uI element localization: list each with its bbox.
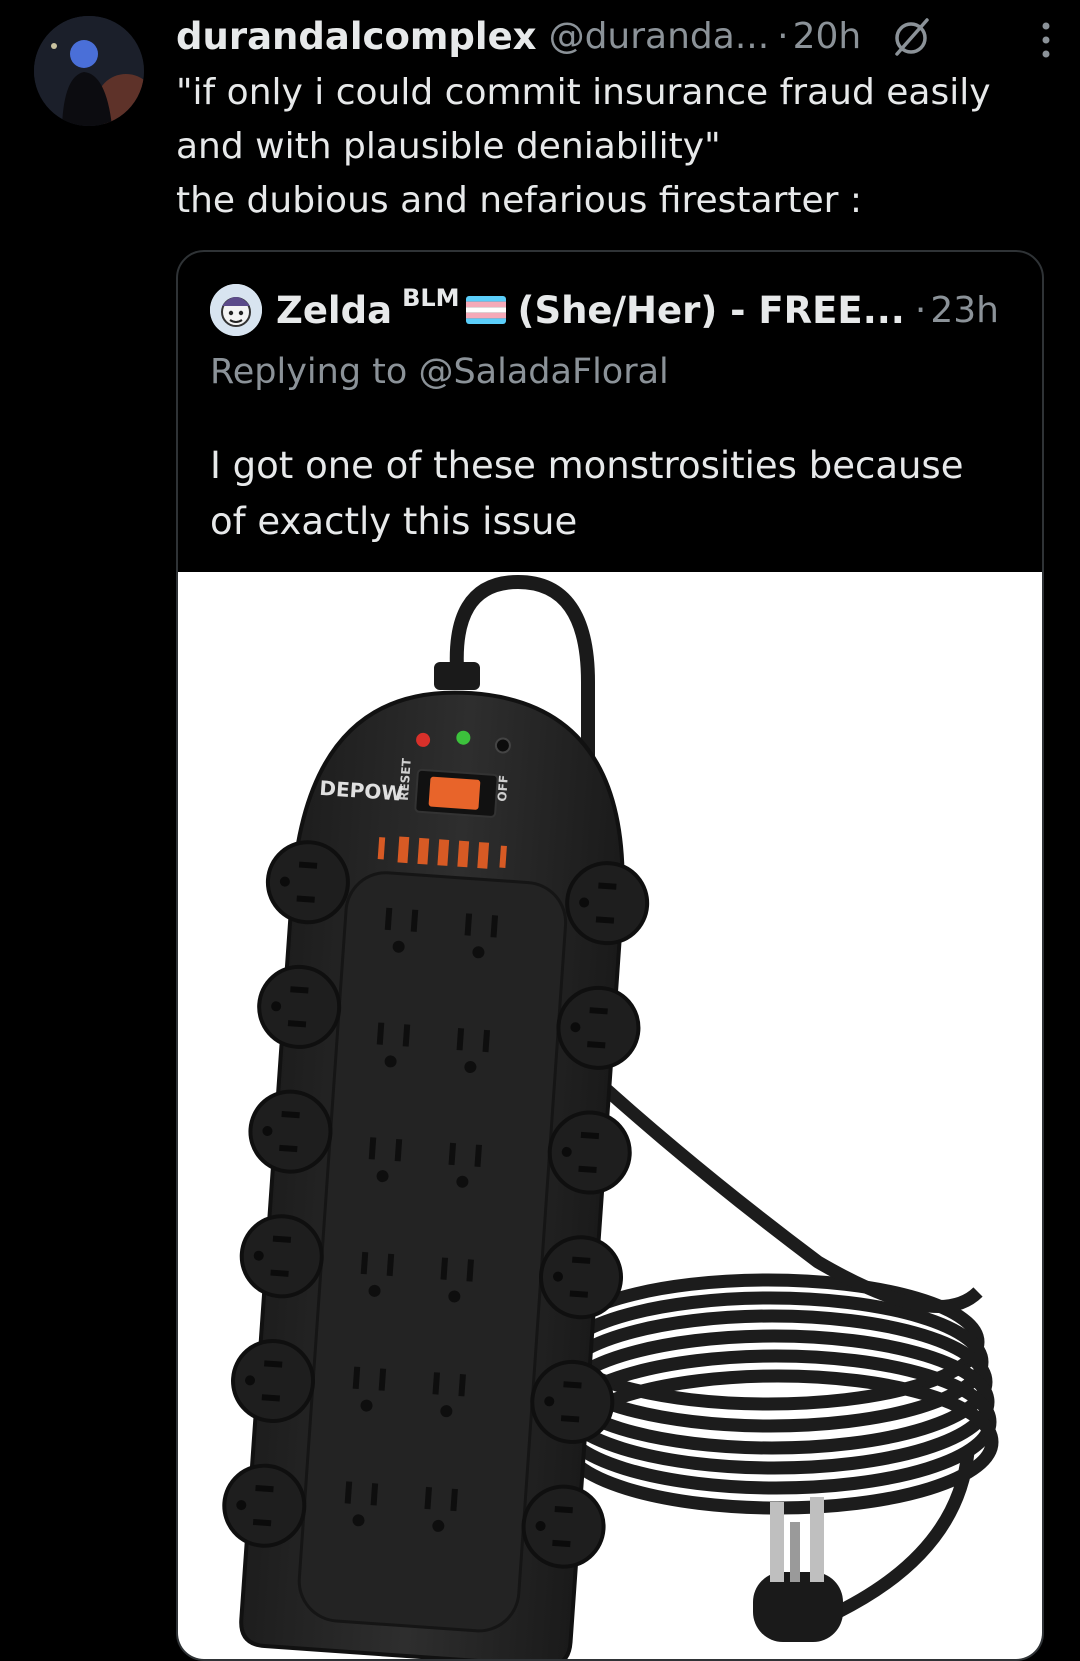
- quote-header: Zelda BLM (She/Her) - FREE... · 23h: [210, 282, 999, 338]
- tweet-text-line: "if only i could commit insurance fraud …: [176, 72, 991, 113]
- tweet-text-line: the dubious and nefarious firestarter :: [176, 180, 863, 221]
- quote-text-line: of exactly this issue: [210, 500, 578, 543]
- tweet-timestamp[interactable]: 20h: [793, 16, 862, 57]
- display-name[interactable]: durandalcomplex: [176, 15, 537, 58]
- separator-dot: ·: [777, 15, 789, 57]
- transgender-flag-icon: [465, 296, 506, 324]
- plug-icon: [753, 1497, 843, 1642]
- media-image[interactable]: RESET OFF DEPOW: [178, 572, 1042, 1659]
- quote-display-name[interactable]: Zelda: [276, 289, 392, 332]
- replying-to[interactable]: Replying to @SaladaFloral: [210, 352, 669, 392]
- separator-dot: ·: [914, 289, 927, 331]
- quote-display-name-rest[interactable]: (She/Her) - FREE...: [518, 289, 905, 332]
- quote-timestamp[interactable]: 23h: [930, 290, 999, 331]
- quote-name-superscript: BLM: [402, 284, 460, 312]
- user-handle[interactable]: @duranda...: [549, 16, 770, 57]
- more-options-icon[interactable]: [1036, 20, 1056, 60]
- user-avatar[interactable]: [34, 16, 144, 126]
- no-reply-icon: [895, 18, 929, 56]
- quote-text-line: I got one of these monstrosities because: [210, 444, 964, 487]
- quote-avatar[interactable]: [210, 284, 262, 336]
- tweet-header: durandalcomplex @duranda... · 20h: [176, 14, 1056, 58]
- quote-tweet-card[interactable]: Zelda BLM (She/Her) - FREE... · 23h Repl…: [176, 250, 1044, 1661]
- off-label: OFF: [495, 775, 511, 803]
- tweet-text-line: and with plausible deniability": [176, 126, 721, 167]
- quote-text: I got one of these monstrosities because…: [210, 438, 1010, 550]
- tweet-text: "if only i could commit insurance fraud …: [176, 66, 1056, 228]
